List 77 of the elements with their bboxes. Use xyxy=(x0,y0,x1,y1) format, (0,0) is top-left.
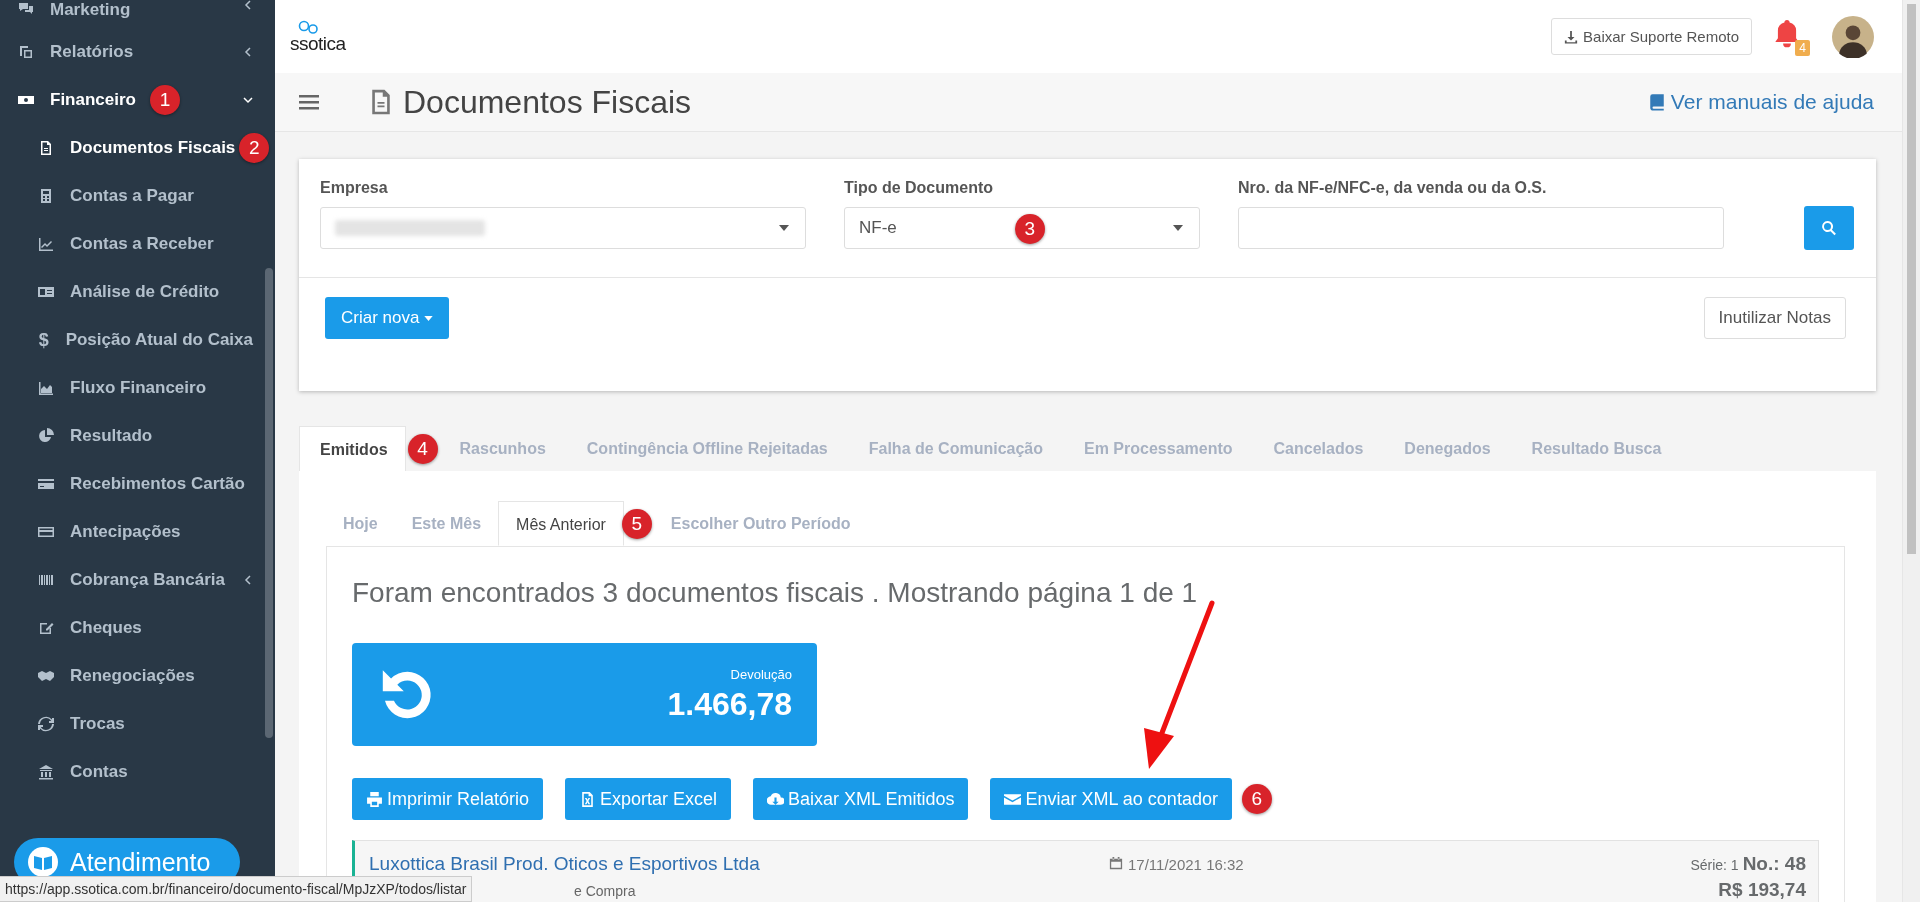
step-marker: 2 xyxy=(239,133,270,163)
menu-icon[interactable] xyxy=(299,94,319,110)
line-chart-icon xyxy=(38,236,54,252)
select-field[interactable]: NF-e 3 xyxy=(844,207,1200,249)
step-marker: 3 xyxy=(1014,214,1045,244)
pie-chart-icon xyxy=(38,428,54,444)
edit-icon xyxy=(38,620,54,636)
search-icon xyxy=(1821,220,1837,236)
sidebar-item[interactable]: Recebimentos Cartão xyxy=(0,460,275,508)
scrollbar[interactable] xyxy=(265,268,273,738)
sidebar-item[interactable]: Renegociações xyxy=(0,652,275,700)
step-marker: 6 xyxy=(1241,784,1272,814)
cloud-download-icon xyxy=(767,790,785,808)
sidebar-item[interactable]: Contas a Receber xyxy=(0,220,275,268)
tab[interactable]: Mês Anterior xyxy=(498,501,624,546)
sidebar-item[interactable]: Trocas xyxy=(0,700,275,748)
step-marker: 1 xyxy=(149,85,180,115)
page-title: Documentos Fiscais xyxy=(403,83,692,121)
notification-count: 4 xyxy=(1795,39,1810,56)
stat-value: 1.466,78 xyxy=(667,685,792,723)
printer-icon xyxy=(366,790,383,808)
sidebar-item[interactable]: Cheques xyxy=(0,604,275,652)
download-remote-support-button[interactable]: Baixar Suporte Remoto xyxy=(1551,18,1752,55)
area-chart-icon xyxy=(38,380,54,396)
void-notes-button[interactable]: Inutilizar Notas xyxy=(1703,297,1846,339)
logo[interactable]: ssotica xyxy=(290,20,346,53)
caret-icon xyxy=(424,315,434,321)
book-icon xyxy=(28,847,58,877)
credit-card-icon xyxy=(38,524,54,540)
credit-card-icon xyxy=(38,476,54,492)
field-label: Tipo de Documento xyxy=(844,179,995,197)
sidebar-item[interactable]: Análise de Crédito xyxy=(0,268,275,316)
book-icon xyxy=(1647,93,1666,111)
sidebar-item[interactable]: Fluxo Financeiro xyxy=(0,364,275,412)
step-marker: 5 xyxy=(621,508,652,539)
search-input[interactable] xyxy=(1238,207,1724,249)
company-link[interactable]: Luxottica Brasil Prod. Oticos e Esportivos Ltda xyxy=(369,853,1109,875)
chat-icon xyxy=(18,0,34,16)
sidebar-item[interactable]: Financeiro 1 xyxy=(0,76,275,124)
sidebar-item[interactable]: Resultado xyxy=(0,412,275,460)
tab[interactable]: Emitidos xyxy=(299,426,406,471)
caret-icon xyxy=(779,225,789,231)
sidebar-item[interactable]: Cobrança Bancária xyxy=(0,556,275,604)
refresh-icon xyxy=(38,716,54,732)
caret-icon xyxy=(1173,225,1183,231)
sidebar-item[interactable]: $ Posição Atual do Caixa xyxy=(0,316,275,364)
stat-label: Devolução xyxy=(730,666,792,682)
url-tooltip: https://app.ssotica.com.br/financeiro/documento-fiscal/MpJzXP/todos/listar xyxy=(0,876,473,902)
field-label: Empresa xyxy=(320,179,389,197)
bank-icon xyxy=(38,764,54,780)
step-marker: 4 xyxy=(407,433,438,464)
bell-icon xyxy=(1774,17,1800,48)
download-icon xyxy=(1564,29,1579,44)
search-button[interactable] xyxy=(1804,206,1854,250)
document-number: No.: 48 xyxy=(1742,853,1806,875)
avatar[interactable] xyxy=(1832,15,1874,58)
document-date: 17/11/2021 16:32 xyxy=(1128,856,1244,873)
select-field[interactable] xyxy=(320,207,806,249)
document-icon xyxy=(38,140,54,156)
id-card-icon xyxy=(38,284,54,300)
scrollbar[interactable] xyxy=(1902,0,1920,902)
results-summary: Foram encontrados 3 documentos fiscais . Mostrando página 1 de 1 xyxy=(352,577,1199,609)
calendar-icon xyxy=(1109,856,1123,870)
document-amount: R$ 193,74 xyxy=(1718,879,1806,901)
sidebar-item[interactable]: Contas xyxy=(0,748,275,796)
sidebar-item[interactable]: Documentos Fiscais 2 xyxy=(0,124,275,172)
barcode-icon xyxy=(38,572,54,588)
calculator-icon xyxy=(38,188,54,204)
sidebar-item[interactable]: Relatórios xyxy=(0,28,275,76)
field-label: Nro. da NF-e/NFC-e, da venda ou da O.S. xyxy=(1238,179,1548,197)
sidebar-item[interactable]: Antecipações xyxy=(0,508,275,556)
copy-icon xyxy=(18,44,34,60)
series-label: Série: 1 xyxy=(1690,857,1739,873)
sidebar-item[interactable]: Contas a Pagar xyxy=(0,172,275,220)
sidebar-item[interactable]: Marketing xyxy=(0,0,275,28)
dollar-icon: $ xyxy=(38,329,50,351)
help-link[interactable]: Ver manuais de ajuda xyxy=(1647,90,1874,114)
